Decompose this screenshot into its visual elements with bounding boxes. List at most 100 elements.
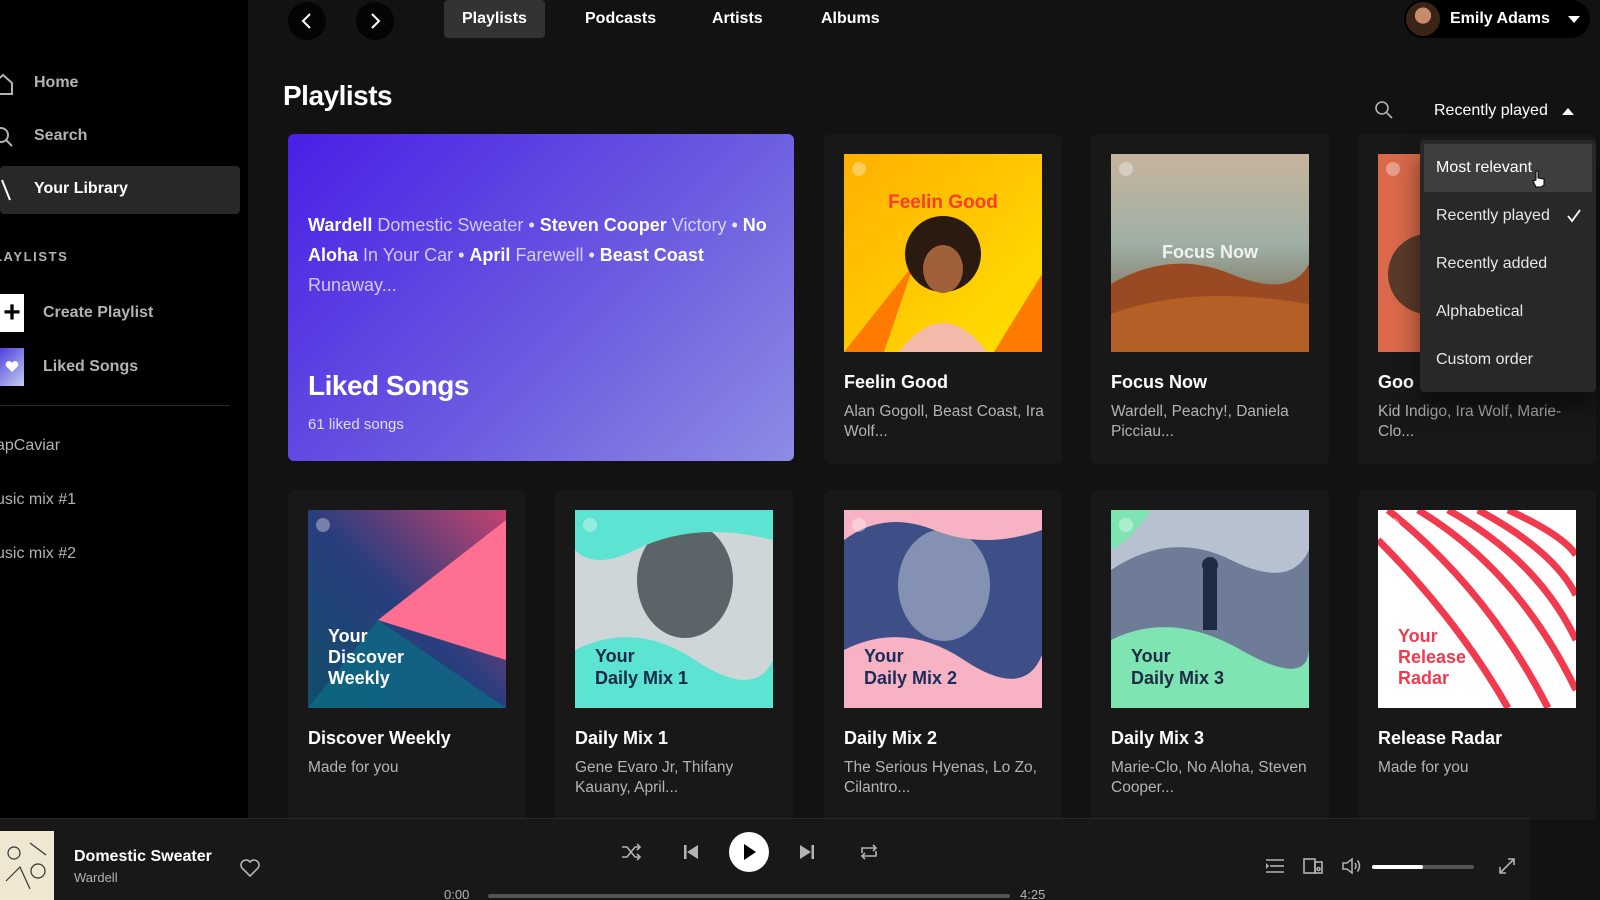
sort-option-alphabetical[interactable]: Alphabetical (1424, 288, 1592, 336)
repeat-icon[interactable] (858, 841, 880, 863)
cover-text: Daily Mix 3 (1131, 668, 1224, 688)
playlist-cover: Your Release Radar (1378, 510, 1576, 708)
spotify-badge-icon (583, 518, 597, 532)
playlist-card-discover-weekly[interactable]: Your Discover Weekly Discover Weekly Mad… (288, 490, 526, 820)
chevron-down-icon (1567, 15, 1580, 23)
sidebar: Home Search Your Library LAYLISTS + Crea… (0, 0, 248, 818)
check-icon (1567, 209, 1581, 223)
sort-option-label: Custom order (1436, 351, 1533, 368)
play-icon (744, 844, 756, 860)
sidebar-divider (0, 405, 230, 406)
sidebar-item-search[interactable]: Search (0, 113, 240, 161)
cover-text: Discover (328, 647, 404, 667)
track-title[interactable]: Domestic Sweater (74, 848, 212, 866)
liked-songs-card[interactable]: Wardell Domestic Sweater • Steven Cooper… (288, 134, 794, 461)
cover-text: Focus Now (1162, 242, 1259, 262)
tab-albums[interactable]: Albums (803, 0, 898, 38)
cover-text: Your (1398, 626, 1438, 646)
sidebar-item-label: Search (34, 127, 88, 144)
cover-text: Radar (1398, 668, 1449, 688)
liked-songs-link[interactable]: Liked Songs (0, 347, 138, 387)
devices-icon[interactable] (1302, 855, 1324, 877)
volume-slider[interactable] (1372, 865, 1474, 869)
page-title: Playlists (283, 80, 393, 111)
sidebar-item-home[interactable]: Home (0, 60, 240, 108)
playlist-cover: Focus Now (1111, 154, 1309, 352)
volume-icon[interactable] (1341, 855, 1363, 877)
sidebar-playlist-item[interactable]: usic mix #2 (0, 545, 76, 563)
play-button[interactable] (729, 832, 769, 872)
tab-playlists[interactable]: Playlists (444, 0, 545, 38)
now-playing-cover[interactable] (0, 831, 54, 900)
preview-artist: Steven Cooper (539, 215, 667, 235)
playlist-cover: Your Daily Mix 2 (844, 510, 1042, 708)
card-subtitle: Made for you (308, 759, 399, 776)
playlist-cover: Your Daily Mix 3 (1111, 510, 1309, 708)
playlist-card-daily-mix-2[interactable]: Your Daily Mix 2 Daily Mix 2 The Serious… (824, 490, 1062, 820)
tab-artists[interactable]: Artists (694, 0, 781, 38)
search-icon[interactable] (1374, 100, 1394, 120)
shuffle-icon[interactable] (620, 841, 642, 863)
back-button[interactable] (288, 2, 326, 40)
card-subtitle: Wardell, Peachy!, Daniela Picciau... (1111, 403, 1289, 440)
sort-option-recently-added[interactable]: Recently added (1424, 240, 1592, 288)
heart-icon[interactable] (239, 858, 261, 878)
spotify-badge-icon (852, 518, 866, 532)
preview-artist: Beast Coast (599, 245, 704, 265)
sort-option-custom-order[interactable]: Custom order (1424, 336, 1592, 384)
next-icon[interactable] (796, 841, 818, 863)
preview-song: Victory (671, 215, 727, 235)
sort-option-most-relevant[interactable]: Most relevant (1424, 144, 1592, 192)
cover-text: Your (1131, 646, 1171, 666)
spotify-badge-icon (1119, 518, 1133, 532)
sort-option-label: Recently added (1436, 255, 1548, 272)
preview-artist: April (469, 245, 511, 265)
sort-option-label: Recently played (1436, 207, 1550, 224)
playlist-card-release-radar[interactable]: Your Release Radar Release Radar Made fo… (1358, 490, 1596, 820)
playlist-card-daily-mix-3[interactable]: Your Daily Mix 3 Daily Mix 3 Marie-Clo, … (1091, 490, 1329, 820)
queue-icon[interactable] (1264, 855, 1286, 877)
track-artist[interactable]: Wardell (74, 870, 118, 885)
sort-option-recently-played[interactable]: Recently played (1424, 192, 1592, 240)
preview-song: Domestic Sweater (377, 215, 524, 235)
sidebar-item-your-library[interactable]: Your Library (0, 166, 240, 214)
spotify-badge-icon (852, 162, 866, 176)
card-title: Focus Now (1111, 372, 1208, 392)
progress-bar[interactable] (488, 894, 1010, 898)
sort-dropdown-button[interactable]: Recently played (1434, 100, 1574, 122)
cover-text: Daily Mix 1 (595, 668, 688, 688)
spotify-badge-icon (1119, 162, 1133, 176)
create-playlist-button[interactable]: + Create Playlist (0, 293, 153, 333)
sidebar-playlist-item[interactable]: apCaviar (0, 437, 60, 455)
forward-button[interactable] (356, 2, 394, 40)
previous-icon[interactable] (680, 841, 702, 863)
time-total: 4:25 (1020, 887, 1046, 900)
heart-icon (0, 348, 24, 386)
sort-option-label: Alphabetical (1436, 303, 1524, 320)
sidebar-playlists-heading: LAYLISTS (0, 249, 69, 264)
card-title: Daily Mix 2 (844, 728, 938, 748)
volume-fill (1372, 865, 1423, 869)
liked-songs-preview: Wardell Domestic Sweater • Steven Cooper… (308, 215, 767, 295)
sidebar-item-label: Home (34, 74, 79, 91)
spotify-badge-icon (1386, 162, 1400, 176)
sort-option-label: Most relevant (1436, 159, 1533, 176)
sidebar-playlist-item[interactable]: usic mix #1 (0, 491, 76, 509)
spotify-badge-icon (1386, 518, 1400, 532)
fullscreen-icon[interactable] (1496, 855, 1518, 877)
playlist-card-feelin-good[interactable]: Feelin Good Feelin Good Alan Gogoll, Bea… (824, 134, 1062, 464)
plus-icon: + (0, 294, 24, 332)
preview-song: Runaway... (308, 275, 397, 295)
user-menu-button[interactable]: Emily Adams (1404, 0, 1590, 38)
sidebar-item-label: Your Library (34, 180, 128, 197)
tab-podcasts[interactable]: Podcasts (567, 0, 674, 38)
cover-text: Release (1398, 647, 1466, 667)
hand-cursor-icon (1532, 170, 1545, 188)
create-playlist-label: Create Playlist (43, 304, 154, 321)
liked-songs-label: Liked Songs (43, 358, 139, 375)
cover-text: Your (328, 626, 368, 646)
playlist-card-daily-mix-1[interactable]: Your Daily Mix 1 Daily Mix 1 Gene Evaro … (555, 490, 793, 820)
caret-up-icon (1561, 107, 1574, 115)
playlist-card-focus-now[interactable]: Focus Now Focus Now Wardell, Peachy!, Da… (1091, 134, 1329, 464)
card-title: Goo (1378, 372, 1414, 392)
